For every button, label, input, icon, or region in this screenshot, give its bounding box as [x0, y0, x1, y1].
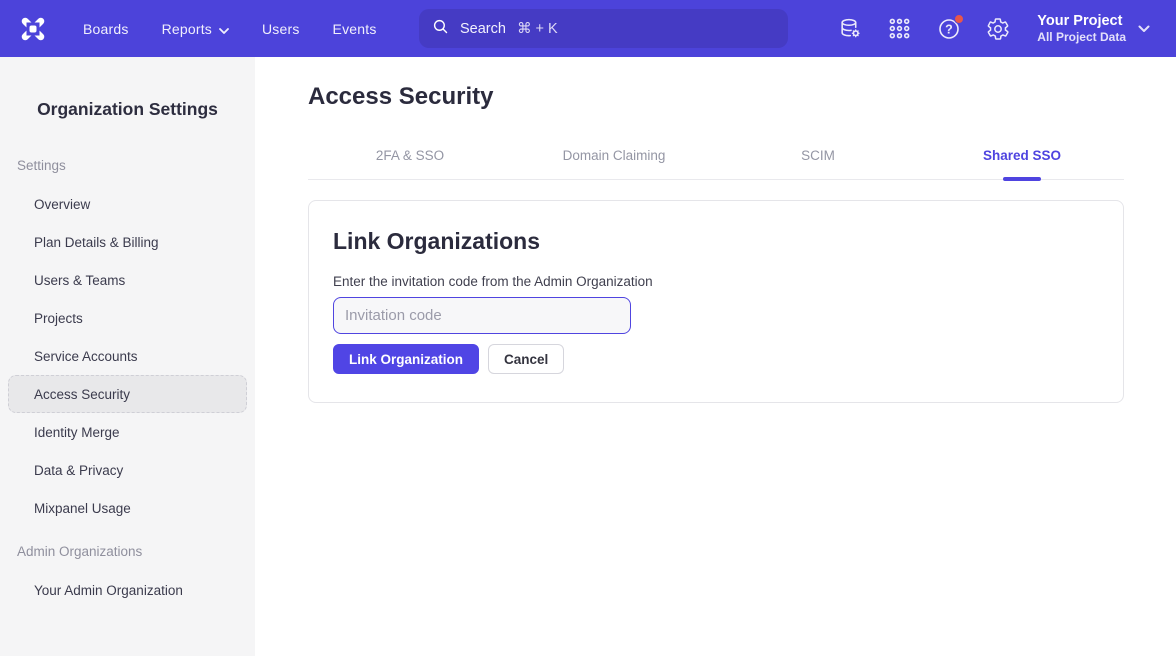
- search-input[interactable]: Search ⌘ + K: [419, 9, 788, 48]
- link-organizations-card: Link Organizations Enter the invitation …: [308, 200, 1124, 403]
- sidebar-title: Organization Settings: [0, 99, 255, 120]
- main-content: Access Security 2FA & SSO Domain Claimin…: [255, 57, 1176, 656]
- settings-gear-icon[interactable]: [985, 16, 1010, 41]
- data-management-icon[interactable]: [838, 16, 863, 41]
- tab-domain-claiming[interactable]: Domain Claiming: [512, 148, 716, 179]
- sidebar-item-data-privacy[interactable]: Data & Privacy: [8, 451, 247, 489]
- navbar-right-cluster: ? Your Project All Project Data: [838, 0, 1150, 57]
- nav-item-events[interactable]: Events: [333, 21, 377, 37]
- invitation-code-input[interactable]: [333, 297, 631, 334]
- sidebar-item-mixpanel-usage[interactable]: Mixpanel Usage: [8, 489, 247, 527]
- chevron-down-icon: [219, 21, 229, 37]
- help-icon[interactable]: ?: [936, 16, 961, 41]
- project-chevron-down-icon: [1138, 20, 1150, 38]
- sidebar-section-admin-organizations: Admin Organizations: [0, 544, 255, 559]
- sidebar-section-settings: Settings: [0, 158, 255, 173]
- search-icon: [432, 18, 449, 40]
- project-subtitle: All Project Data: [1037, 30, 1126, 45]
- project-name: Your Project: [1037, 12, 1126, 30]
- tab-scim[interactable]: SCIM: [716, 148, 920, 179]
- sidebar-item-users-teams[interactable]: Users & Teams: [8, 261, 247, 299]
- card-title: Link Organizations: [333, 228, 1099, 255]
- notification-dot: [954, 14, 964, 24]
- page-title: Access Security: [308, 82, 1176, 111]
- card-button-row: Link Organization Cancel: [333, 344, 1099, 374]
- nav-item-users[interactable]: Users: [262, 21, 300, 37]
- tab-shared-sso[interactable]: Shared SSO: [920, 148, 1124, 179]
- sidebar-settings-list: Overview Plan Details & Billing Users & …: [0, 185, 255, 527]
- apps-grid-icon[interactable]: [887, 16, 912, 41]
- top-navbar: Boards Reports Users Events Search ⌘ + K: [0, 0, 1176, 57]
- tab-bar: 2FA & SSO Domain Claiming SCIM Shared SS…: [308, 148, 1124, 180]
- settings-sidebar: Organization Settings Settings Overview …: [0, 57, 255, 656]
- sidebar-item-overview[interactable]: Overview: [8, 185, 247, 223]
- link-organization-button[interactable]: Link Organization: [333, 344, 479, 374]
- active-tab-underline: [1003, 177, 1041, 181]
- sidebar-item-access-security[interactable]: Access Security: [8, 375, 247, 413]
- sidebar-item-service-accounts[interactable]: Service Accounts: [8, 337, 247, 375]
- project-switcher[interactable]: Your Project All Project Data: [1037, 12, 1150, 45]
- nav-item-boards[interactable]: Boards: [83, 21, 129, 37]
- sidebar-item-plan-details-billing[interactable]: Plan Details & Billing: [8, 223, 247, 261]
- search-placeholder: Search: [460, 21, 506, 37]
- sidebar-admin-list: Your Admin Organization: [0, 571, 255, 609]
- nav-item-reports[interactable]: Reports: [162, 21, 229, 37]
- search-shortcut: ⌘ + K: [517, 21, 558, 37]
- sidebar-item-your-admin-organization[interactable]: Your Admin Organization: [8, 571, 247, 609]
- sidebar-item-identity-merge[interactable]: Identity Merge: [8, 413, 247, 451]
- cancel-button[interactable]: Cancel: [488, 344, 564, 374]
- tab-2fa-sso[interactable]: 2FA & SSO: [308, 148, 512, 179]
- sidebar-item-projects[interactable]: Projects: [8, 299, 247, 337]
- svg-text:?: ?: [945, 22, 953, 36]
- primary-nav: Boards Reports Users Events: [83, 21, 377, 37]
- mixpanel-logo-icon[interactable]: [18, 14, 48, 44]
- invitation-code-label: Enter the invitation code from the Admin…: [333, 274, 1099, 289]
